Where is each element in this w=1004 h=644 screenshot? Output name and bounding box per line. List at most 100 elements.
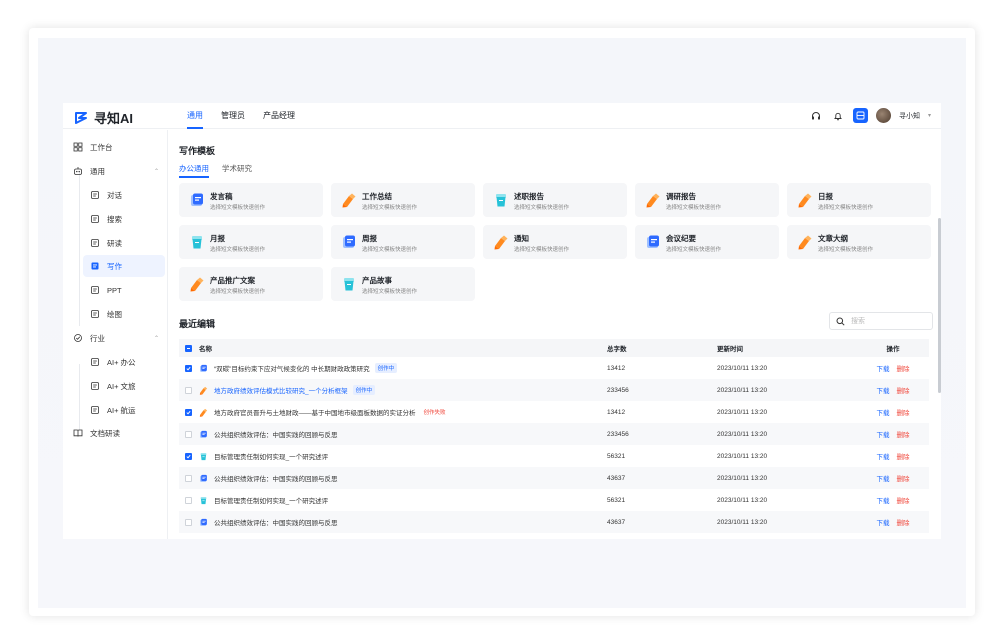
template-icon	[189, 276, 205, 292]
download-button[interactable]: 下载	[877, 432, 890, 439]
sidebar-item[interactable]: 搜索	[63, 208, 167, 230]
download-button[interactable]: 下载	[877, 454, 890, 461]
document-name[interactable]: 目标管理责任制如何实现_一个研究述评	[214, 495, 328, 505]
nav-tab[interactable]: 产品经理	[254, 103, 304, 129]
document-name[interactable]: 公共组织绩效评估：中国实践的回顾与反思	[214, 429, 338, 439]
table-row[interactable]: 地方政府官员晋升与土地财政——基于中国地市级面板数据的实证分析 创作失败 13412…	[179, 401, 929, 423]
template-card[interactable]: 产品推广文案 选择短文模板快速创作	[179, 267, 323, 301]
top-header: 寻知AI 通用 管理员 产品经理 寻小知 ▾	[63, 103, 941, 129]
row-checkbox[interactable]	[185, 518, 192, 526]
updated-time: 2023/10/11 13:20	[717, 452, 768, 460]
updated-time: 2023/10/11 13:20	[717, 430, 768, 438]
document-name[interactable]: 地方政府官员晋升与土地财政——基于中国地市级面板数据的实证分析	[214, 407, 416, 417]
download-button[interactable]: 下载	[877, 498, 890, 505]
template-title: 调研报告	[666, 192, 696, 201]
row-checkbox[interactable]	[185, 364, 192, 372]
template-card[interactable]: 会议纪要 选择短文模板快速创作	[635, 225, 779, 259]
template-card[interactable]: 日报 选择短文模板快速创作	[787, 183, 931, 217]
template-card[interactable]: 文章大纲 选择短文模板快速创作	[787, 225, 931, 259]
document-name[interactable]: 公共组织绩效评估：中国实践的回顾与反思	[214, 517, 338, 527]
download-button[interactable]: 下载	[877, 520, 890, 527]
nav-tab[interactable]: 通用	[178, 103, 212, 129]
document-icon	[199, 364, 208, 373]
select-all-checkbox[interactable]	[185, 344, 192, 352]
template-title: 产品故事	[362, 276, 392, 285]
nav-tab[interactable]: 管理员	[212, 103, 254, 129]
search-input[interactable]: 搜索	[829, 312, 933, 330]
document-name[interactable]: 地方政府绩效评估模式比较研究_一个分析框架	[214, 385, 348, 395]
template-card[interactable]: 通知 选择短文模板快速创作	[483, 225, 627, 259]
table-row[interactable]: 目标管理责任制如何实现_一个研究述评 56321 2023/10/11 13:20 下…	[179, 489, 929, 511]
table-row[interactable]: 地方政府绩效评估模式比较研究_一个分析框架 创作中 233456 2023/10/11…	[179, 379, 929, 401]
row-checkbox[interactable]	[185, 386, 192, 394]
template-card[interactable]: 产品故事选择短文模板快速创作	[331, 267, 475, 301]
sidebar-item[interactable]: 通用 ⌃	[63, 160, 167, 182]
sidebar-item[interactable]: 工作台	[63, 136, 167, 158]
template-card[interactable]: 调研报告 选择短文模板快速创作	[635, 183, 779, 217]
sidebar-item[interactable]: 写作	[83, 255, 165, 277]
row-checkbox[interactable]	[185, 496, 192, 504]
row-checkbox[interactable]	[185, 474, 192, 482]
delete-button[interactable]: 删除	[897, 498, 910, 505]
table-row[interactable]: 目标管理责任制如何实现_一个研究述评 56321 2023/10/11 13:20 下…	[179, 445, 929, 467]
document-name[interactable]: “双碳”目标约束下应对气候变化的 中长期财政政策研究	[214, 363, 370, 373]
template-desc: 选择短文模板快速创作	[362, 289, 418, 295]
download-button[interactable]: 下载	[877, 388, 890, 395]
table-row[interactable]: 公共组织绩效评估：中国实践的回顾与反思 43637 2023/10/11 13:20…	[179, 511, 929, 533]
sidebar-item[interactable]: 绘图	[63, 303, 167, 325]
template-tab[interactable]: 办公通用	[179, 163, 209, 178]
sidebar-item[interactable]: PPT	[63, 279, 167, 301]
delete-button[interactable]: 删除	[897, 454, 910, 461]
template-card[interactable]: 月报 选择短文模板快速创作	[179, 225, 323, 259]
delete-button[interactable]: 删除	[897, 476, 910, 483]
table-row[interactable]: “双碳”目标约束下应对气候变化的 中长期财政政策研究 创作中 13412 2023/1…	[179, 357, 929, 379]
logo[interactable]: 寻知AI	[73, 108, 133, 127]
chevron-up-icon[interactable]: ⌃	[154, 168, 159, 175]
sidebar-item[interactable]: 行业 ⌃	[63, 327, 167, 349]
template-title: 会议纪要	[666, 234, 696, 243]
layout-icon	[856, 111, 865, 120]
sidebar-item[interactable]: AI+ 办公	[63, 351, 167, 373]
sidebar-item[interactable]: AI+ 文旅	[63, 375, 167, 397]
download-button[interactable]: 下载	[877, 366, 890, 373]
row-checkbox[interactable]	[185, 430, 192, 438]
word-count: 43637	[607, 518, 626, 526]
table-row[interactable]: 公共组织绩效评估：中国实践的回顾与反思 233456 2023/10/11 13:2…	[179, 423, 929, 445]
table-row[interactable]: 公共组织绩效评估：中国实践的回顾与反思 43637 2023/10/11 13:20…	[179, 467, 929, 489]
delete-button[interactable]: 删除	[897, 410, 910, 417]
template-card[interactable]: 周报 选择短文模板快速创作	[331, 225, 475, 259]
delete-button[interactable]: 删除	[897, 366, 910, 373]
chevron-down-icon[interactable]: ▾	[928, 112, 931, 119]
sidebar-item[interactable]: 文档研读	[63, 422, 167, 444]
template-tab[interactable]: 学术研究	[222, 163, 252, 174]
chevron-up-icon[interactable]: ⌃	[154, 335, 159, 342]
column-time[interactable]: 更新时间	[717, 343, 857, 353]
delete-button[interactable]: 删除	[897, 432, 910, 439]
template-card[interactable]: 工作总结 选择短文模板快速创作	[331, 183, 475, 217]
bell-icon[interactable]	[831, 109, 845, 123]
user-name[interactable]: 寻小知	[899, 111, 920, 121]
template-icon	[797, 234, 813, 250]
document-name[interactable]: 目标管理责任制如何实现_一个研究述评	[214, 451, 328, 461]
sidebar-item[interactable]: AI+ 航运	[63, 399, 167, 421]
panel-toggle-button[interactable]	[852, 108, 868, 123]
template-icon	[493, 234, 509, 250]
download-button[interactable]: 下载	[877, 410, 890, 417]
row-checkbox[interactable]	[185, 452, 192, 460]
row-checkbox[interactable]	[185, 408, 192, 416]
template-card[interactable]: 发言稿 选择短文模板快速创作	[179, 183, 323, 217]
download-button[interactable]: 下载	[877, 476, 890, 483]
avatar[interactable]	[875, 108, 891, 123]
template-desc: 选择短文模板快速创作	[818, 247, 874, 253]
scrollbar[interactable]	[938, 218, 941, 393]
headset-icon[interactable]	[809, 109, 823, 123]
delete-button[interactable]: 删除	[897, 388, 910, 395]
delete-button[interactable]: 删除	[897, 520, 910, 527]
document-name[interactable]: 公共组织绩效评估：中国实践的回顾与反思	[214, 473, 338, 483]
template-title: 工作总结	[362, 192, 392, 201]
sidebar-item[interactable]: 研读	[63, 232, 167, 254]
template-card[interactable]: 述职报告 选择短文模板快速创作	[483, 183, 627, 217]
sidebar-item[interactable]: 对话	[63, 184, 167, 206]
column-count[interactable]: 总字数	[607, 343, 717, 353]
book-icon	[73, 428, 83, 438]
